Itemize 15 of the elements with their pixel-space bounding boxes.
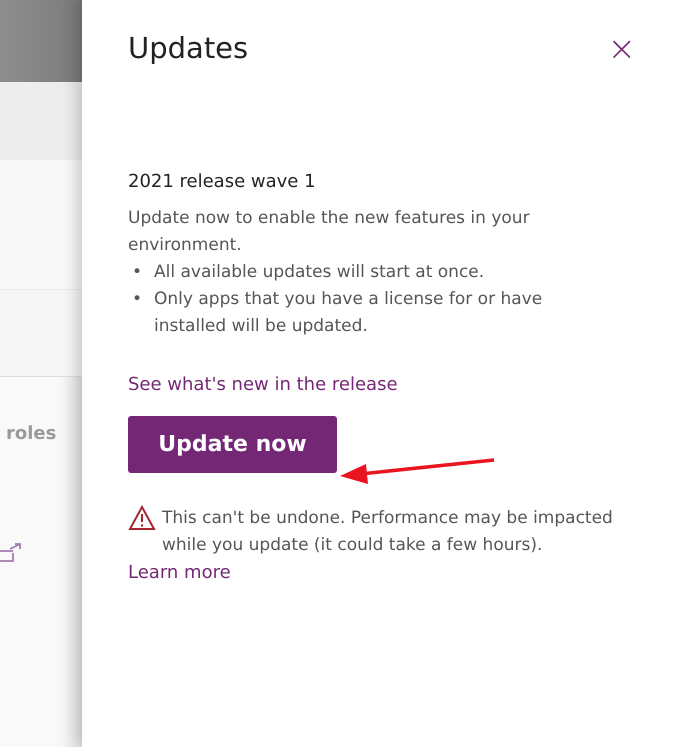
section-label: roles bbox=[6, 422, 56, 446]
section-heading: 2021 release wave 1 bbox=[128, 170, 317, 194]
bullet-marker: • bbox=[132, 261, 142, 284]
warning-icon bbox=[128, 504, 156, 531]
bullet-text: All available updates will start at once. bbox=[154, 261, 484, 284]
description-text: Update now to enable the new features in your environment. bbox=[128, 206, 531, 257]
learn-more-link[interactable]: Learn more bbox=[128, 562, 231, 583]
warning-text: This can't be undone. Performance may be impacted while you update (it could take a few hours). bbox=[162, 506, 614, 557]
panel-title: Updates bbox=[128, 30, 248, 67]
bullet-marker: • bbox=[132, 288, 142, 312]
close-button[interactable]: × bbox=[604, 32, 640, 66]
bullet-text: Only apps that you have a license for or have installed will be updated. bbox=[154, 288, 544, 338]
external-link-icon[interactable] bbox=[0, 543, 22, 563]
update-now-button[interactable]: Update now bbox=[128, 416, 337, 473]
whats-new-link[interactable]: See what's new in the release bbox=[128, 374, 398, 395]
